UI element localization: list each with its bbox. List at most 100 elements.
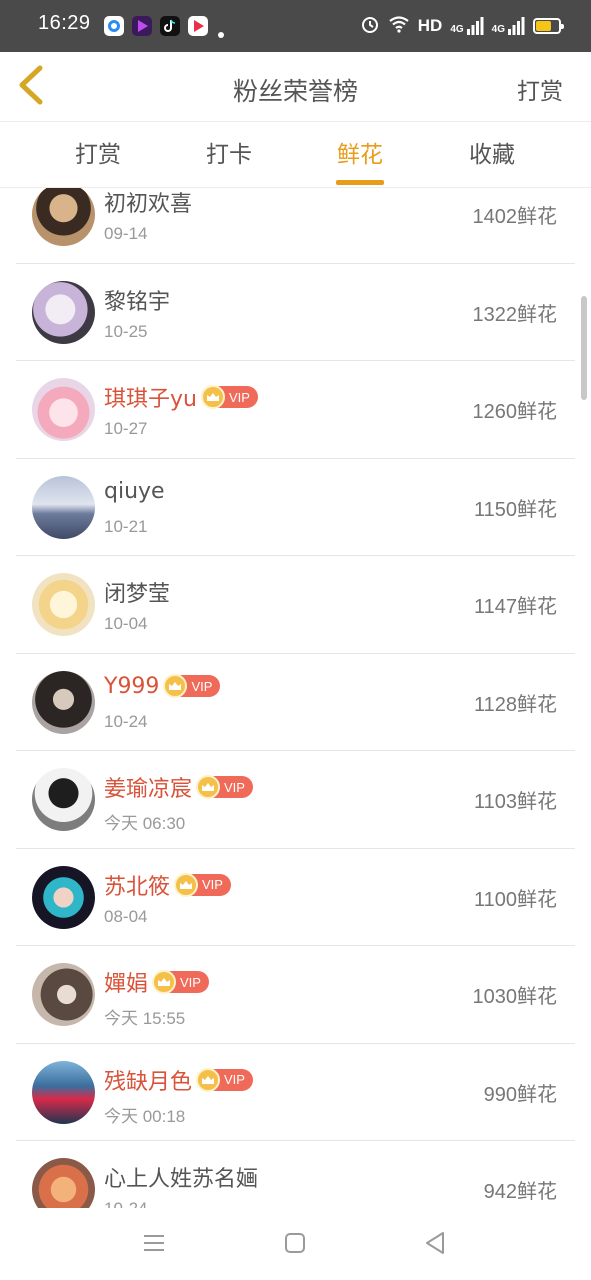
avatar — [32, 1060, 95, 1124]
player-app-icon — [188, 16, 208, 36]
browser-app-icon — [104, 16, 124, 36]
list-item[interactable]: 苏北筱 VIP 08-04 1100鲜花 — [16, 849, 575, 946]
list-item[interactable]: 琪琪子yu VIP 10-27 1260鲜花 — [16, 361, 575, 459]
date-label: 今天 00:18 — [104, 1106, 186, 1126]
page-title: 粉丝荣誉榜 — [232, 77, 358, 106]
tiktok-app-icon — [160, 16, 180, 36]
user-name: 琪琪子yu — [104, 387, 197, 412]
date-label: 10-24 — [104, 1199, 147, 1208]
tab-label: 打赏 — [75, 142, 121, 168]
list-item[interactable]: 初初欢喜 09-14 1402鲜花 — [16, 188, 575, 264]
crown-icon — [196, 1067, 221, 1092]
user-name: Y999 — [104, 673, 160, 699]
vip-badge: VIP — [163, 674, 221, 698]
hd-label: HD — [417, 16, 443, 35]
crown-icon — [152, 970, 177, 994]
nav-back-button[interactable] — [420, 1230, 450, 1260]
user-name: 苏北筱 — [104, 874, 171, 900]
user-name: 心上人姓苏名婳 — [104, 1167, 259, 1192]
square-icon — [284, 1232, 306, 1258]
vip-badge: VIP — [196, 775, 253, 799]
list-item[interactable]: 闭梦莹 10-04 1147鲜花 — [16, 556, 575, 654]
date-label: 10-04 — [104, 614, 148, 633]
avatar — [32, 670, 95, 734]
date-label: 10-24 — [104, 711, 148, 731]
avatar — [32, 865, 95, 929]
scrollbar-thumb[interactable] — [581, 296, 587, 400]
system-nav-bar — [0, 1208, 591, 1280]
list-item[interactable]: 姜瑜凉宸 VIP 今天 06:30 1103鲜花 — [16, 751, 575, 849]
active-tab-indicator — [336, 180, 384, 185]
vip-badge: VIP — [152, 970, 209, 994]
flower-count: 1322鲜花 — [472, 303, 558, 326]
user-name: qiuye — [104, 478, 165, 504]
flower-count: 1150鲜花 — [473, 498, 557, 521]
tab-reward[interactable]: 打赏 — [48, 122, 148, 188]
tab-label: 打卡 — [206, 142, 252, 168]
flower-count: 1260鲜花 — [472, 401, 558, 423]
vip-badge: VIP — [200, 385, 258, 409]
flower-count: 1147鲜花 — [473, 596, 557, 618]
date-label: 09-14 — [104, 224, 148, 243]
reward-button[interactable]: 打赏 — [517, 72, 563, 106]
flower-count: 1100鲜花 — [473, 888, 557, 911]
wifi-icon — [388, 15, 410, 37]
notification-dot — [218, 32, 224, 38]
flower-count: 1128鲜花 — [473, 693, 557, 716]
user-name: 姜瑜凉宸 — [104, 777, 193, 802]
home-button[interactable] — [280, 1230, 310, 1260]
status-indicators: HD 4G 4G — [360, 14, 564, 38]
flower-count: 990鲜花 — [483, 1083, 557, 1106]
crown-icon — [196, 775, 221, 799]
battery-icon — [533, 18, 564, 34]
tab-bar: 打赏 打卡 鲜花 收藏 — [0, 122, 591, 188]
flower-count: 1030鲜花 — [472, 986, 558, 1008]
top-app-bar: 粉丝荣誉榜 打赏 — [0, 52, 591, 122]
user-name: 黎铭宇 — [104, 289, 171, 315]
flower-count: 942鲜花 — [483, 1181, 557, 1203]
avatar — [32, 378, 95, 441]
tab-favorites[interactable]: 收藏 — [442, 122, 542, 188]
triangle-back-icon — [424, 1231, 446, 1259]
avatar — [32, 573, 95, 636]
date-label: 今天 06:30 — [104, 814, 186, 833]
avatar — [32, 963, 95, 1026]
list-item[interactable]: 嬋娟 VIP 今天 15:55 1030鲜花 — [16, 946, 575, 1044]
tab-label: 收藏 — [469, 142, 515, 168]
list-item[interactable]: 残缺月色 VIP 今天 00:18 990鲜花 — [16, 1044, 575, 1141]
crown-icon — [200, 385, 225, 409]
crown-icon — [174, 872, 199, 897]
date-label: 今天 15:55 — [104, 1009, 186, 1028]
tab-label: 鲜花 — [337, 142, 383, 168]
menu-button[interactable] — [139, 1230, 169, 1260]
avatar — [32, 475, 95, 539]
flower-count: 1103鲜花 — [473, 791, 557, 813]
crown-icon — [163, 674, 188, 698]
fan-ranking-list[interactable]: 初初欢喜 09-14 1402鲜花 黎铭宇 10-25 1322鲜花 琪琪子yu… — [0, 188, 591, 1208]
list-item[interactable]: 心上人姓苏名婳 10-24 942鲜花 — [16, 1141, 575, 1208]
tab-flowers[interactable]: 鲜花 — [310, 122, 410, 188]
tab-checkin[interactable]: 打卡 — [179, 122, 279, 188]
signal-1-icon: 4G — [450, 17, 484, 35]
avatar — [32, 768, 95, 831]
alarm-icon — [360, 14, 380, 38]
date-label: 08-04 — [104, 906, 148, 926]
status-bar: 16:29 HD 4G 4G — [0, 0, 591, 52]
menu-icon — [142, 1233, 166, 1257]
user-name: 残缺月色 — [104, 1069, 193, 1095]
date-label: 10-21 — [104, 516, 148, 536]
user-name: 闭梦莹 — [104, 582, 171, 607]
user-name: 嬋娟 — [104, 972, 149, 997]
signal-2-icon: 4G — [492, 17, 525, 35]
date-label: 10-27 — [104, 419, 148, 438]
user-name: 初初欢喜 — [104, 192, 193, 217]
status-time: 16:29 — [38, 12, 91, 34]
avatar — [32, 1158, 95, 1208]
list-item[interactable]: qiuye 10-21 1150鲜花 — [16, 459, 575, 556]
list-item[interactable]: 黎铭宇 10-25 1322鲜花 — [16, 264, 575, 361]
flower-count: 1402鲜花 — [472, 206, 558, 228]
avatar — [32, 188, 95, 246]
list-item[interactable]: Y999 VIP 10-24 1128鲜花 — [16, 654, 575, 751]
avatar — [32, 280, 95, 344]
vip-badge: VIP — [196, 1067, 253, 1092]
